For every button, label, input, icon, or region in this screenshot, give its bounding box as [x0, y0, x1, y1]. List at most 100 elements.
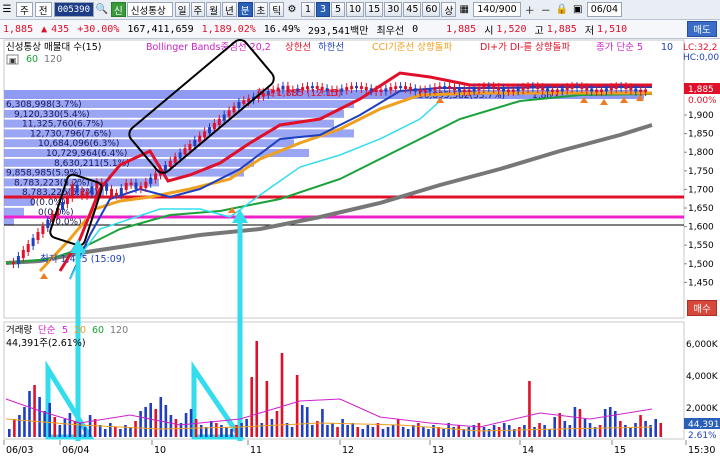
- volume-tick-label: 4,000K: [686, 372, 719, 382]
- volume-bar: [326, 425, 329, 437]
- candle-body: [345, 87, 349, 91]
- volume-bar: [68, 413, 72, 437]
- period-button-week[interactable]: 주: [190, 2, 206, 17]
- profile-label: 11,325,760(6.7%): [22, 120, 103, 130]
- volume-bar: [290, 427, 294, 437]
- profile-label: 9,120,330(5.4%): [14, 110, 90, 120]
- best-qty: 0: [412, 23, 419, 35]
- volume-bar: [149, 403, 152, 437]
- chart-area[interactable]: 신성통상 매물대 수(15) Bollinger Bands중심선 20,2 상…: [0, 39, 720, 457]
- price-tick-label: 1,800: [688, 148, 714, 158]
- lock-icon[interactable]: 🔒: [555, 3, 569, 17]
- volume-bar: [204, 427, 208, 437]
- volume-bar: [255, 341, 259, 437]
- settings-icon[interactable]: ⚙: [285, 3, 299, 17]
- svg-text:▣: ▣: [9, 56, 17, 65]
- best-price: 1,885: [446, 23, 477, 35]
- collapse-icon[interactable]: ▣: [6, 54, 19, 65]
- candle-body: [408, 86, 412, 91]
- candle-body: [555, 89, 559, 92]
- period-button-month[interactable]: 월: [206, 2, 222, 17]
- volume-bar: [361, 429, 365, 437]
- volume-bar: [119, 429, 122, 437]
- candle-body: [453, 86, 456, 91]
- period-button-minute[interactable]: 분: [237, 2, 253, 17]
- candle-body: [433, 87, 437, 91]
- sell-button[interactable]: 매도: [687, 21, 717, 37]
- minute-custom[interactable]: 상: [441, 2, 457, 17]
- up-arrow-icon: ▲: [41, 23, 48, 35]
- volume-bar: [568, 425, 572, 437]
- volume-bar: [18, 415, 21, 437]
- candle-body: [178, 152, 182, 159]
- minute-60[interactable]: 60: [422, 2, 441, 17]
- calendar-icon[interactable]: ▣: [571, 3, 585, 17]
- stock-code-input[interactable]: 005390: [53, 2, 95, 17]
- count-field[interactable]: 140/900: [473, 2, 521, 17]
- volume-bar: [336, 427, 339, 437]
- minute-10[interactable]: 10: [346, 2, 365, 17]
- price-tick-label: 1,550: [688, 241, 714, 251]
- volume-bar: [48, 403, 51, 437]
- candle-body: [384, 88, 388, 92]
- high-price: 1,885: [546, 23, 577, 35]
- period-button-year[interactable]: 년: [222, 2, 237, 17]
- candle-body: [355, 86, 358, 89]
- stock-name[interactable]: 신성통상: [126, 2, 173, 17]
- volume-bar: [391, 425, 395, 437]
- candle-body: [399, 86, 403, 89]
- market-select[interactable]: 주: [16, 2, 33, 17]
- volume-bar: [184, 413, 188, 437]
- candle-body: [183, 148, 187, 155]
- candle-body: [609, 86, 613, 91]
- candle-body: [585, 87, 589, 91]
- candle-body: [208, 127, 211, 134]
- volume-bar: [558, 413, 562, 437]
- open-price: 1,520: [496, 23, 527, 35]
- period-button-tick[interactable]: 틱: [269, 2, 285, 17]
- time-tick-label: 06/04: [62, 445, 89, 456]
- volume-bar: [417, 423, 420, 437]
- legend-cci: CCI기준선 상향돌파: [372, 41, 453, 53]
- volume-bar: [654, 419, 657, 437]
- candle-body: [438, 86, 442, 90]
- profile-bar: [4, 207, 24, 216]
- minute-5[interactable]: 5: [331, 2, 346, 17]
- date-field[interactable]: 06/04: [586, 2, 623, 17]
- candle-body: [105, 183, 109, 191]
- volume-bar: [331, 423, 334, 437]
- volume-bar: [588, 423, 592, 437]
- candle-body: [193, 139, 197, 146]
- volume-bar: [265, 381, 269, 437]
- volume-bar: [270, 419, 274, 437]
- volume-bar: [371, 427, 375, 437]
- zoom-in-icon[interactable]: ＋: [523, 3, 537, 17]
- menu-icon[interactable]: ☰: [0, 3, 14, 17]
- candle-body: [129, 182, 133, 185]
- candle-body: [134, 182, 138, 190]
- grid-icon[interactable]: ▦: [457, 3, 471, 17]
- time-tick-label: 15:30: [688, 445, 715, 456]
- candle-body: [497, 87, 501, 91]
- period-button-day[interactable]: 일: [174, 2, 190, 17]
- volume-bar: [58, 425, 62, 437]
- candle-body: [423, 89, 427, 92]
- volume-bar: [43, 411, 46, 437]
- time-tick-label: 13: [432, 445, 444, 456]
- search-icon[interactable]: 🔍: [95, 3, 109, 17]
- period-select[interactable]: 전: [34, 2, 52, 17]
- minute-3[interactable]: 3: [316, 2, 331, 17]
- volume-bar: [376, 423, 380, 437]
- minute-30[interactable]: 30: [384, 2, 403, 17]
- period-button-second[interactable]: 초: [253, 2, 269, 17]
- volume-bar: [38, 397, 41, 437]
- minute-45[interactable]: 45: [403, 2, 422, 17]
- volume-bar: [63, 419, 67, 437]
- zoom-out-icon[interactable]: －: [539, 3, 553, 17]
- minute-1[interactable]: 1: [301, 2, 316, 17]
- minute-15[interactable]: 15: [365, 2, 384, 17]
- price-tick-label: 1,600: [688, 223, 714, 233]
- low-price-label: 최저 1,425 (15:09): [40, 254, 126, 265]
- buy-button[interactable]: 매수: [687, 300, 717, 316]
- volume-bar: [169, 415, 173, 437]
